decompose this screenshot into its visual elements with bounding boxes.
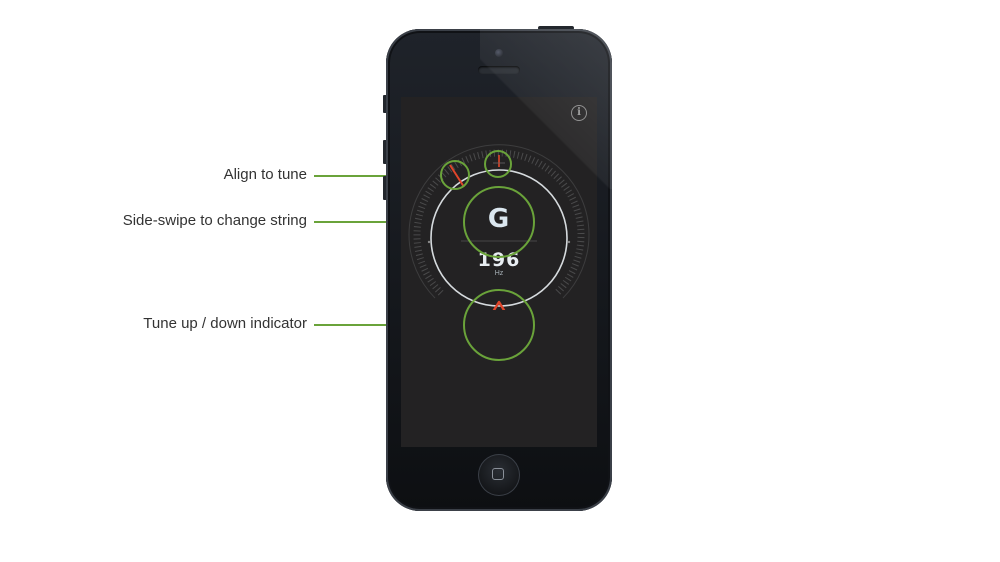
home-square-icon: [492, 468, 504, 480]
ring-dot-right: [567, 240, 571, 244]
stage: Align to tune Side-swipe to change strin…: [0, 0, 1000, 562]
earpiece-speaker: [478, 66, 520, 74]
frequency-unit: Hz: [494, 270, 504, 277]
callout-ring-needle: [440, 160, 470, 190]
front-camera: [495, 49, 503, 57]
callout-ring-target: [484, 150, 512, 178]
callout-ring-note: [463, 186, 535, 258]
info-icon[interactable]: i: [571, 105, 587, 121]
callout-align-to-tune: Align to tune: [223, 166, 307, 183]
callout-tune-indicator: Tune up / down indicator: [143, 315, 307, 332]
callout-ring-indicator: [463, 289, 535, 361]
callout-side-swipe: Side-swipe to change string: [122, 212, 307, 229]
ring-dot-left: [427, 240, 431, 244]
home-button-icon[interactable]: [478, 454, 520, 496]
